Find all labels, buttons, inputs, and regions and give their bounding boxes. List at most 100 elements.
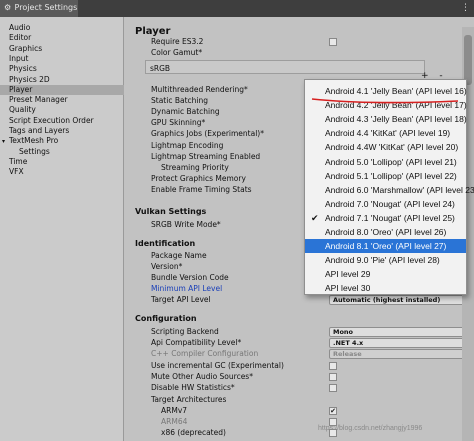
architecture-label: ARMv7	[161, 406, 188, 415]
sidebar-item-label: Script Execution Order	[9, 115, 94, 125]
sidebar-item-label: Tags and Layers	[9, 126, 70, 135]
dropdown-option[interactable]: Android 8.0 'Oreo' (API level 26)	[305, 225, 466, 239]
sidebar-item[interactable]: Physics 2D	[0, 75, 124, 85]
dropdown-option[interactable]: Android 6.0 'Marshmallow' (API level 23)	[305, 183, 474, 197]
dropdown-option-label: Android 4.4 'KitKat' (API level 19)	[325, 128, 451, 139]
dropdown-option[interactable]: Android 5.1 'Lollipop' (API level 22)	[305, 169, 466, 183]
target-api-label: Target API Level	[151, 295, 211, 304]
dropdown-option-label: Android 5.0 'Lollipop' (API level 21)	[325, 156, 457, 167]
sidebar-item[interactable]: Tags and Layers	[0, 126, 124, 136]
setting-label: Graphics Jobs (Experimental)*	[151, 129, 264, 139]
sidebar-item-label: Input	[9, 53, 29, 63]
dropdown-option-label: Android 8.0 'Oreo' (API level 26)	[325, 227, 447, 237]
setting-label: Static Batching	[151, 96, 208, 106]
dropdown-option[interactable]: ✔ Android 7.1 'Nougat' (API level 25)	[305, 211, 466, 225]
color-gamut-list[interactable]: sRGB	[145, 60, 425, 74]
scrollbar-thumb[interactable]	[464, 35, 472, 85]
architecture-checkbox[interactable]	[329, 407, 337, 415]
config-label: C++ Compiler Configuration	[151, 349, 259, 358]
srgb-write-label: SRGB Write Mode*	[151, 220, 221, 229]
window-titlebar: ⚙ Project Settings ⋮	[0, 0, 474, 17]
setting-checkbox[interactable]	[329, 384, 337, 392]
dropdown-option[interactable]: Android 7.0 'Nougat' (API level 24)	[305, 197, 466, 211]
sidebar-item-label: Editor	[9, 33, 32, 43]
dropdown-option[interactable]: Android 8.1 'Oreo' (API level 27)	[305, 239, 466, 254]
setting-label: Enable Frame Timing Stats	[151, 184, 252, 194]
dropdown-option-label: Android 8.1 'Oreo' (API level 27)	[325, 241, 447, 252]
config-label: Api Compatibility Level*	[151, 338, 242, 347]
sidebar-item-label: Settings	[19, 146, 50, 156]
target-api-row: Target API Level Automatic (highest inst…	[151, 295, 474, 305]
color-gamut-item[interactable]: sRGB	[150, 64, 170, 73]
configuration-heading: Configuration	[135, 314, 197, 323]
dropdown-option-label: API level 30	[325, 283, 371, 294]
sidebar-item[interactable]: Graphics	[0, 44, 124, 54]
setting-label: Lightmap Streaming Enabled	[151, 151, 261, 161]
sidebar-item[interactable]: Quality	[0, 105, 124, 115]
sidebar-item[interactable]: Physics	[0, 64, 124, 74]
sidebar-item-label: Quality	[9, 105, 36, 115]
sidebar-item-label: Preset Manager	[9, 95, 68, 105]
sidebar-item-label: Physics 2D	[9, 74, 50, 84]
dropdown-option-label: Android 4.3 'Jelly Bean' (API level 18)	[325, 114, 467, 125]
identification-heading: Identification	[135, 239, 196, 248]
sidebar-item-label: Time	[9, 156, 28, 166]
sidebar-item[interactable]: ▾ TextMesh Pro	[0, 136, 124, 146]
sidebar-item[interactable]: Audio	[0, 23, 124, 33]
sidebar-item[interactable]: Player	[0, 84, 124, 95]
dropdown-option-label: Android 7.1 'Nougat' (API level 25)	[325, 212, 455, 223]
dropdown-option[interactable]: API level 29	[305, 267, 466, 281]
config-row: Api Compatibility Level* .NET 4.x	[151, 338, 474, 348]
config-row: C++ Compiler Configuration Release	[151, 349, 474, 359]
sidebar-item[interactable]: Input	[0, 54, 124, 64]
architecture-label: ARM64	[161, 417, 188, 426]
config-dropdown[interactable]: Mono	[329, 327, 474, 337]
sidebar-item-label: Physics	[9, 64, 37, 74]
sidebar-item[interactable]: VFX	[0, 167, 124, 177]
dropdown-option[interactable]: Android 4.4W 'KitKat' (API level 20)	[305, 140, 466, 154]
checkbox-row: Mute Other Audio Sources*	[151, 372, 451, 382]
target-architectures-label: Target Architectures	[151, 395, 227, 404]
require-es32-label: Require ES3.2	[151, 37, 204, 46]
config-dropdown: Release	[329, 349, 474, 359]
target-api-dropdown[interactable]: Automatic (highest installed)	[329, 295, 474, 305]
dropdown-option[interactable]: Android 9.0 'Pie' (API level 28)	[305, 253, 466, 267]
tab-project-settings[interactable]: ⚙ Project Settings	[0, 0, 78, 17]
page-title: Player	[135, 26, 171, 37]
setting-checkbox[interactable]	[329, 362, 337, 370]
sidebar-item-label: Player	[9, 84, 33, 94]
watermark: https://blog.csdn.net/zhangjy1996	[318, 425, 423, 432]
red-underline-stroke	[311, 98, 459, 104]
sidebar-item-label: Graphics	[9, 43, 43, 53]
dropdown-option-label: Android 4.4W 'KitKat' (API level 20)	[325, 142, 459, 153]
architecture-label: x86 (deprecated)	[161, 428, 226, 437]
checkbox-label: Disable HW Statistics*	[151, 383, 235, 392]
setting-checkbox[interactable]	[329, 373, 337, 381]
require-es32-checkbox[interactable]	[329, 38, 337, 46]
require-es32-row: Require ES3.2	[151, 37, 451, 47]
checkmark-icon: ✔	[311, 212, 319, 223]
config-label: Scripting Backend	[151, 327, 219, 336]
checkbox-row: Use incremental GC (Experimental)	[151, 361, 451, 371]
sidebar-item[interactable]: Editor	[0, 33, 124, 43]
sidebar-item[interactable]: Preset Manager	[0, 95, 124, 105]
window-title: Project Settings	[14, 3, 78, 12]
setting-label: Protect Graphics Memory	[151, 173, 246, 183]
sidebar-item-label: Audio	[9, 23, 31, 32]
dropdown-option[interactable]: Android 5.0 'Lollipop' (API level 21)	[305, 155, 466, 169]
red-underline-annotation	[311, 98, 459, 104]
dropdown-option[interactable]: Android 4.3 'Jelly Bean' (API level 18)	[305, 112, 467, 126]
more-options-icon[interactable]: ⋮	[461, 3, 470, 13]
setting-label: Streaming Priority	[161, 162, 229, 172]
gear-icon: ⚙	[4, 3, 12, 12]
sidebar-item[interactable]: Script Execution Order	[0, 116, 124, 126]
dropdown-option[interactable]: API level 30	[305, 281, 466, 295]
setting-label: Multithreaded Rendering*	[151, 85, 248, 94]
dropdown-option[interactable]: Android 4.4 'KitKat' (API level 19)	[305, 126, 466, 140]
config-dropdown[interactable]: .NET 4.x	[329, 338, 474, 348]
sidebar-item[interactable]: Time	[0, 157, 124, 167]
sidebar-item-label: VFX	[9, 167, 24, 177]
min-api-level-dropdown-menu: Android 4.1 'Jelly Bean' (API level 16) A…	[304, 79, 474, 295]
dropdown-option-label: API level 29	[325, 269, 371, 280]
sidebar-item[interactable]: Settings	[0, 147, 124, 157]
